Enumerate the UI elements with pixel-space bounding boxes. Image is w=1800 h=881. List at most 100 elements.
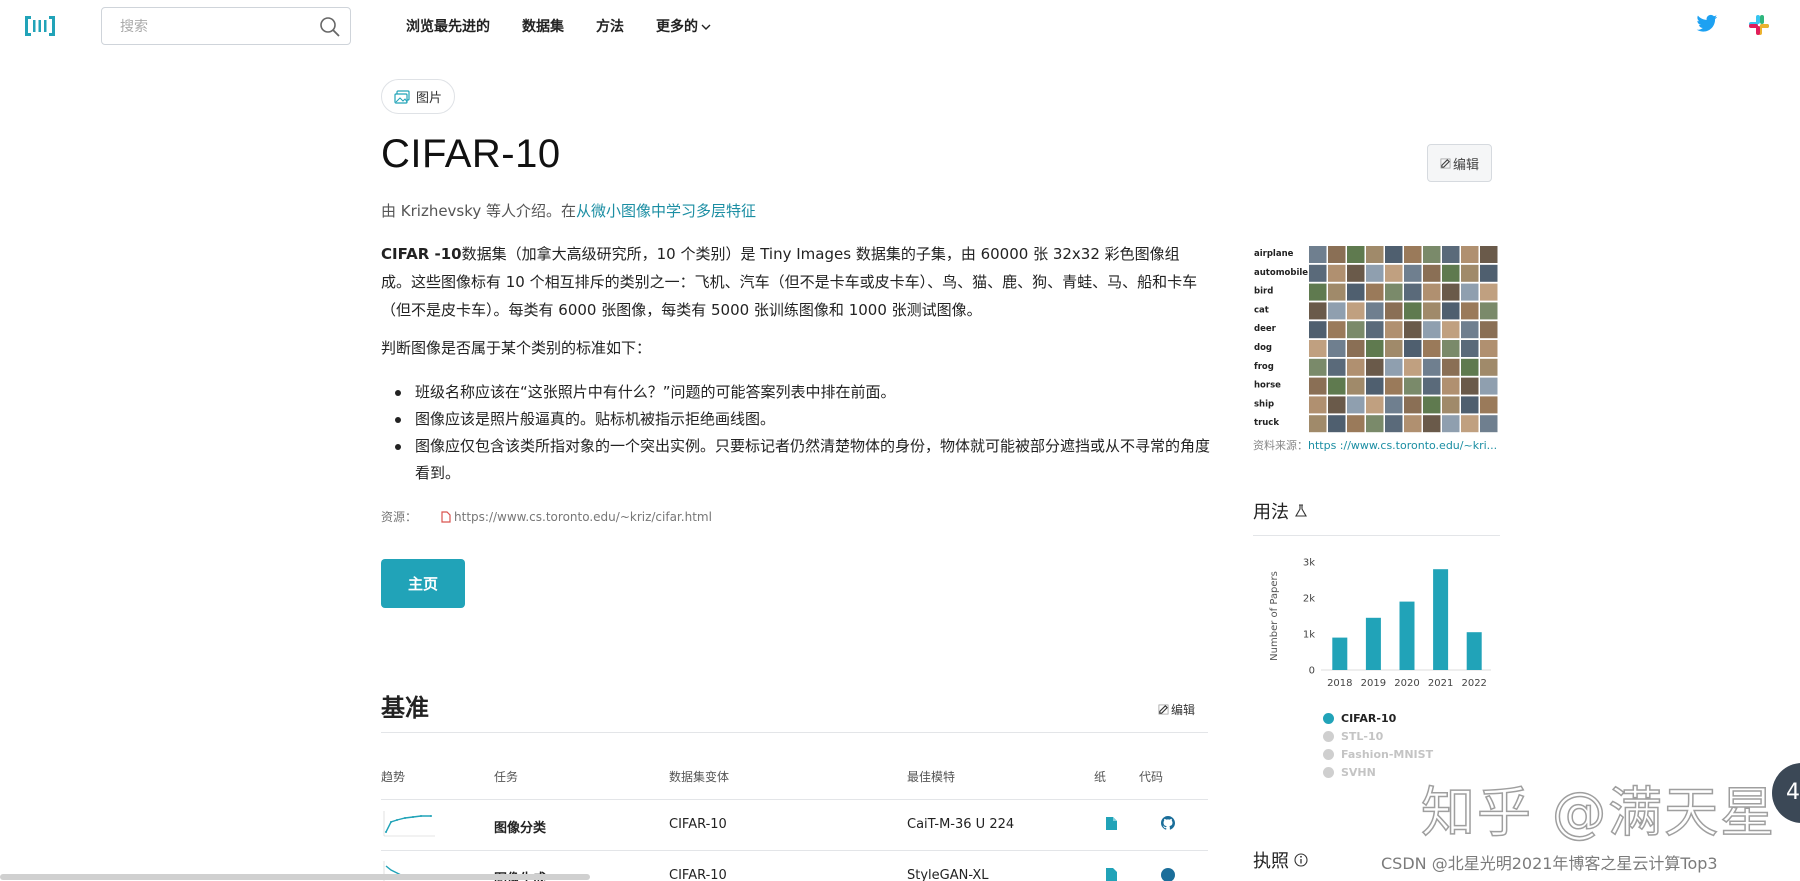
- sample-thumbnail: [1423, 396, 1441, 414]
- sample-thumbnail: [1385, 396, 1403, 414]
- sample-thumbnail: [1366, 246, 1384, 263]
- sample-thumbnail: [1480, 358, 1498, 376]
- flask-icon: [1295, 504, 1307, 517]
- sample-class-label: ship: [1254, 399, 1274, 409]
- sample-thumbnail: [1366, 358, 1384, 376]
- github-icon[interactable]: [1161, 816, 1175, 830]
- usage-bar-2019[interactable]: [1365, 617, 1381, 670]
- sample-thumbnail: [1404, 396, 1422, 414]
- sample-thumbnail: [1404, 264, 1422, 282]
- y-tick-label: 2k: [1303, 594, 1315, 605]
- license-title-label: 执照: [1253, 851, 1289, 872]
- source-url-link[interactable]: https://www.cs.toronto.edu/~kriz/cifar.h…: [454, 510, 712, 524]
- sample-thumbnail: [1347, 396, 1365, 414]
- legend-label: SVHN: [1341, 765, 1376, 779]
- usage-bar-chart[interactable]: Number of Papers 0 1k 2k 3k 2018 2019 2020 2021 2…: [1253, 548, 1503, 698]
- samples-source-link[interactable]: https ://www.cs.toronto.edu/~kri...: [1308, 439, 1497, 452]
- sample-class-label: cat: [1254, 305, 1269, 315]
- chevron-down-icon: [701, 24, 711, 30]
- usage-bar-2020[interactable]: [1399, 601, 1415, 670]
- github-icon[interactable]: [1161, 868, 1175, 881]
- best-model-link[interactable]: StyleGAN-XL: [907, 868, 989, 881]
- main-nav: 浏览最先进的 数据集 方法 更多的: [406, 16, 743, 36]
- legend-item[interactable]: SVHN: [1323, 763, 1433, 781]
- paperswithcode-logo-icon[interactable]: [24, 14, 56, 38]
- legend-item[interactable]: Fashion-MNIST: [1323, 745, 1433, 763]
- nav-methods[interactable]: 方法: [596, 16, 624, 36]
- dataset-description: CIFAR -10数据集（加拿大高级研究所，10 个类别）是 Tiny Imag…: [381, 240, 1209, 324]
- task-link[interactable]: 图像分类: [494, 817, 546, 836]
- info-icon[interactable]: [1294, 853, 1308, 867]
- top-navbar: 浏览最先进的 数据集 方法 更多的: [0, 0, 1800, 52]
- images-icon: [394, 89, 410, 104]
- usage-bar-2018[interactable]: [1332, 637, 1348, 670]
- sample-thumbnail: [1423, 358, 1441, 376]
- criteria-item: 班级名称应该在“这张照片中有什么？”问题的可能答案列表中排在前面。: [395, 379, 1213, 406]
- trend-sparkline[interactable]: [381, 808, 437, 842]
- page-title: CIFAR-10: [381, 132, 561, 176]
- sample-thumbnail: [1385, 377, 1403, 395]
- sample-thumbnail: [1461, 358, 1479, 376]
- legend-dot: [1323, 712, 1334, 724]
- sample-thumbnail: [1309, 321, 1327, 339]
- samples-caption-prefix: 资料来源：: [1253, 439, 1308, 452]
- edit-benchmarks-button[interactable]: 编辑: [1158, 701, 1195, 718]
- x-tick-label: 2022: [1461, 678, 1486, 689]
- sample-thumbnail: [1328, 302, 1346, 320]
- sample-thumbnail: [1442, 358, 1460, 376]
- sample-thumbnail: [1423, 246, 1441, 263]
- sample-thumbnail: [1404, 302, 1422, 320]
- sample-class-label: dog: [1254, 343, 1272, 353]
- col-header-code: 代码: [1139, 770, 1164, 784]
- slack-icon[interactable]: [1748, 14, 1770, 36]
- paper-icon[interactable]: [1106, 817, 1117, 830]
- introduced-by: 由 Krizhevsky 等人介绍。在从微小图像中学习多层特征: [381, 200, 756, 221]
- sample-thumbnail: [1404, 283, 1422, 301]
- legend-item[interactable]: STL-10: [1323, 727, 1433, 745]
- homepage-button[interactable]: 主页: [381, 559, 465, 608]
- nav-browse-sota[interactable]: 浏览最先进的: [406, 16, 490, 36]
- sample-thumbnail: [1309, 340, 1327, 357]
- edit-dataset-button[interactable]: 编辑: [1427, 144, 1492, 182]
- sample-thumbnail: [1328, 340, 1346, 357]
- twitter-icon[interactable]: [1696, 14, 1718, 34]
- search-box[interactable]: [101, 7, 351, 45]
- source-label: 资源：: [381, 510, 418, 524]
- usage-legend: CIFAR-10 STL-10 Fashion-MNIST SVHN: [1323, 709, 1433, 781]
- sample-thumbnail: [1328, 321, 1346, 339]
- modality-tag-images[interactable]: 图片: [381, 79, 456, 114]
- sample-thumbnail: [1328, 246, 1346, 263]
- sample-class-label: automobile: [1254, 268, 1308, 278]
- cifar-sample-grid-image: airplane automobile bird cat deer dog frog hors…: [1254, 246, 1498, 433]
- sample-thumbnail: [1461, 283, 1479, 301]
- search-input[interactable]: [120, 17, 310, 37]
- edit-icon: [1158, 704, 1169, 715]
- edit-dataset-label: 编辑: [1452, 156, 1479, 172]
- dataset-name-bold: CIFAR -10: [381, 245, 462, 263]
- paper-link[interactable]: 从微小图像中学习多层特征: [576, 202, 756, 220]
- sample-thumbnail: [1480, 340, 1498, 357]
- sample-thumbnail: [1404, 340, 1422, 357]
- horizontal-scrollbar[interactable]: [0, 874, 590, 880]
- legend-item[interactable]: CIFAR-10: [1323, 709, 1433, 727]
- col-header-trend: 趋势: [381, 770, 406, 784]
- paper-icon[interactable]: [1106, 868, 1117, 881]
- usage-bar-2021[interactable]: [1433, 569, 1449, 670]
- divider: [381, 799, 1208, 800]
- sample-thumbnail: [1404, 321, 1422, 339]
- floating-badge[interactable]: 45: [1772, 763, 1800, 823]
- criteria-item: 图像应仅包含该类所指对象的一个突出实例。只要标记者仍然清楚物体的身份，物体就可能…: [395, 433, 1213, 487]
- sample-thumbnail: [1442, 415, 1460, 433]
- sample-thumbnail: [1366, 340, 1384, 357]
- usage-bar-2022[interactable]: [1466, 632, 1482, 670]
- sample-thumbnail: [1309, 283, 1327, 301]
- sample-thumbnail: [1442, 283, 1460, 301]
- sample-thumbnail: [1404, 377, 1422, 395]
- nav-datasets[interactable]: 数据集: [522, 16, 564, 36]
- best-model-link[interactable]: CaiT-M-36 U 224: [907, 817, 1014, 832]
- samples-caption: 资料来源：https ://www.cs.toronto.edu/~kri...: [1253, 437, 1499, 453]
- sample-thumbnail: [1404, 415, 1422, 433]
- x-tick-label: 2019: [1361, 678, 1386, 689]
- nav-more[interactable]: 更多的: [656, 16, 711, 36]
- search-icon[interactable]: [318, 15, 342, 39]
